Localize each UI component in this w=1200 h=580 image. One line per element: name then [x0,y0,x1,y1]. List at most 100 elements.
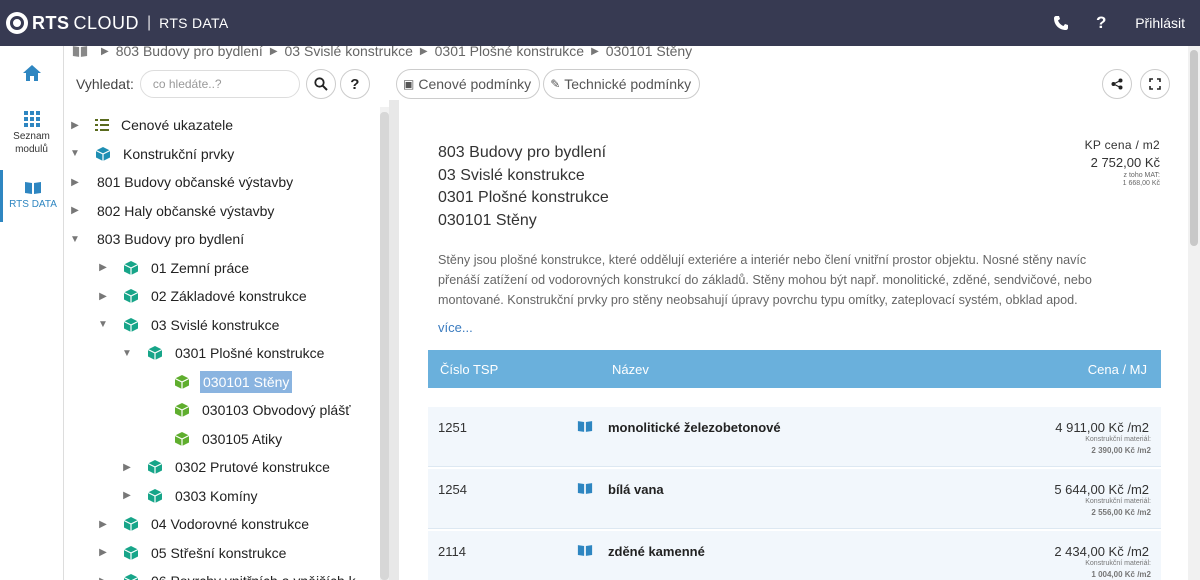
tree-item-label: 06 Povrchy vnitřních a vnějších k [149,571,358,580]
col-header-price[interactable]: Cena / MJ [1088,362,1147,377]
rail-home[interactable] [0,46,63,100]
share-icon [1111,78,1123,90]
row-price: 4 911,00 Kč /m2 [1055,420,1149,435]
row-sub-value: 1 004,00 Kč /m2 [1091,570,1151,579]
tree-item[interactable]: ▼ 03 Svislé konstrukce [97,311,281,339]
caret-right-icon[interactable]: ▶ [97,576,109,580]
row-num: 1251 [438,420,467,435]
brand-separator: | [147,14,152,31]
tree-item[interactable]: ▶ 05 Střešní konstrukce [97,539,288,567]
tab-cenove-podminky[interactable]: ▣ Cenové podmínky [396,69,541,99]
tree-item-label: 030105 Atiky [202,430,283,447]
tree-item-label: 0301 Plošné konstrukce [175,345,325,361]
fullscreen-icon [1149,78,1161,90]
cube-icon [147,460,163,474]
tree-item[interactable]: ▶ 0302 Prutové konstrukce [121,453,332,481]
tree-item[interactable]: ▶ 01 Zemní práce [97,254,251,282]
caret-down-icon[interactable]: ▼ [97,319,109,330]
panel-divider[interactable] [389,100,399,580]
col-header-num[interactable]: Číslo TSP [440,362,498,377]
tree-item-label: 802 Haly občanské výstavby [97,202,275,219]
more-link[interactable]: více... [438,320,473,335]
tree-item[interactable]: ▶ 02 Základové konstrukce [97,282,309,310]
tree-item-label: 02 Základové konstrukce [151,288,307,304]
tree-item[interactable]: 030103 Obvodový plášť [148,396,352,424]
rail-modules-label: Seznam modulů [13,130,50,155]
cube-icon [123,545,139,560]
table-row[interactable]: 1254 bílá vana 5 644,00 Kč /m2 Konstrukční … [428,469,1161,529]
rail-modules[interactable]: Seznam modulů [0,100,63,166]
cube-icon [174,374,190,389]
page-scrollbar[interactable] [1188,46,1200,580]
tree-item[interactable]: ▼ Konstrukční prvky [69,140,236,168]
table-header: Číslo TSP Název Cena / MJ [428,350,1161,388]
caret-down-icon[interactable]: ▼ [69,148,81,159]
col-header-name[interactable]: Název [612,362,649,377]
tree-item[interactable]: ▼ 803 Budovy pro bydlení [69,225,246,253]
help-icon[interactable]: ? [1081,0,1121,46]
row-sub-label: Konstrukční materiál: [1085,436,1151,443]
rail-rtsdata[interactable]: RTS DATA [0,170,63,222]
book-icon[interactable] [577,482,593,495]
tree-item[interactable]: ▶ 0303 Komíny [121,482,260,510]
tree-item[interactable]: ▶ 802 Haly občanské výstavby [69,197,276,225]
top-actions: ? Přihlásit [1041,0,1200,46]
row-num: 1254 [438,482,467,497]
tree-item[interactable]: 030101 Stěny [148,368,293,396]
tree-item[interactable]: ▶ 04 Vodorovné konstrukce [97,510,311,538]
rail-rtsdata-label: RTS DATA [9,199,57,210]
brand-logo[interactable]: RTS CLOUD | RTS DATA [6,0,228,46]
tree-item[interactable]: 030105 Atiky [148,425,284,453]
caret-right-icon[interactable]: ▶ [121,490,133,501]
tree-scrollbar[interactable] [380,107,389,580]
table-row[interactable]: 1251 monolitické železobetonové 4 911,00 K… [428,407,1161,467]
row-name: bílá vana [608,482,664,497]
tab-technicke-podminky[interactable]: ✎ Technické podmínky [543,69,701,99]
tree-item[interactable]: ▶ 06 Povrchy vnitřních a vnějších k [97,567,358,580]
tree-item-label: 03 Svislé konstrukce [151,316,280,333]
breadcrumb-item[interactable]: 030101 Stěny [606,43,692,59]
cube-icon [123,289,139,303]
phone-icon[interactable] [1041,0,1081,46]
caret-right-icon[interactable]: ▶ [97,547,109,558]
caret-right-icon[interactable]: ▶ [69,177,81,188]
kp-sub-label: z toho MAT: [1123,172,1160,179]
search-button[interactable] [305,69,336,99]
cube-icon [95,146,111,161]
share-button[interactable] [1102,69,1132,99]
chevron-right-icon: ▶ [101,45,109,57]
book-icon[interactable] [577,420,593,433]
tree-item[interactable]: ▶ Cenové ukazatele [69,111,235,139]
tree-item[interactable]: ▼ 0301 Plošné konstrukce [121,339,326,367]
breadcrumb-item[interactable]: 03 Svislé konstrukce [285,43,413,59]
cube-icon [123,317,139,332]
breadcrumb-item[interactable]: 803 Budovy pro bydlení [116,43,263,59]
search-input[interactable] [139,70,300,98]
caret-down-icon[interactable]: ▼ [69,234,81,245]
fullscreen-button[interactable] [1140,69,1170,99]
caret-right-icon[interactable]: ▶ [97,291,109,302]
caret-right-icon[interactable]: ▶ [69,120,81,131]
book-icon[interactable] [577,544,593,557]
book-icon[interactable] [72,45,88,58]
tree-item-label: 05 Střešní konstrukce [151,544,287,561]
tree-item-label: Konstrukční prvky [123,145,235,162]
help-button[interactable]: ? [339,69,370,99]
breadcrumb-item[interactable]: 0301 Plošné konstrukce [435,43,584,59]
description: Stěny jsou plošné konstrukce, které oddě… [438,253,1092,307]
category-tree: ▶ Cenové ukazatele ▼ Konstrukční prvky ▶ 801 … [64,107,380,580]
table-row[interactable]: 2114 zděné kamenné 2 434,00 Kč /m2 Konstruk… [428,531,1161,580]
row-price: 2 434,00 Kč /m2 [1054,544,1149,559]
kp-sub-value: 1 668,00 Kč [1122,180,1160,187]
caret-right-icon[interactable]: ▶ [97,262,109,273]
caret-right-icon[interactable]: ▶ [97,519,109,530]
caret-right-icon[interactable]: ▶ [69,205,81,216]
tree-item[interactable]: ▶ 801 Budovy občanské výstavby [69,168,295,196]
row-sub-value: 2 556,00 Kč /m2 [1091,508,1151,517]
login-link[interactable]: Přihlásit [1135,15,1185,31]
tab-label: Technické podmínky [564,76,692,92]
caret-down-icon[interactable]: ▼ [121,348,133,359]
caret-right-icon[interactable]: ▶ [121,462,133,473]
list-icon [95,119,109,131]
row-sub-label: Konstrukční materiál: [1085,498,1151,505]
